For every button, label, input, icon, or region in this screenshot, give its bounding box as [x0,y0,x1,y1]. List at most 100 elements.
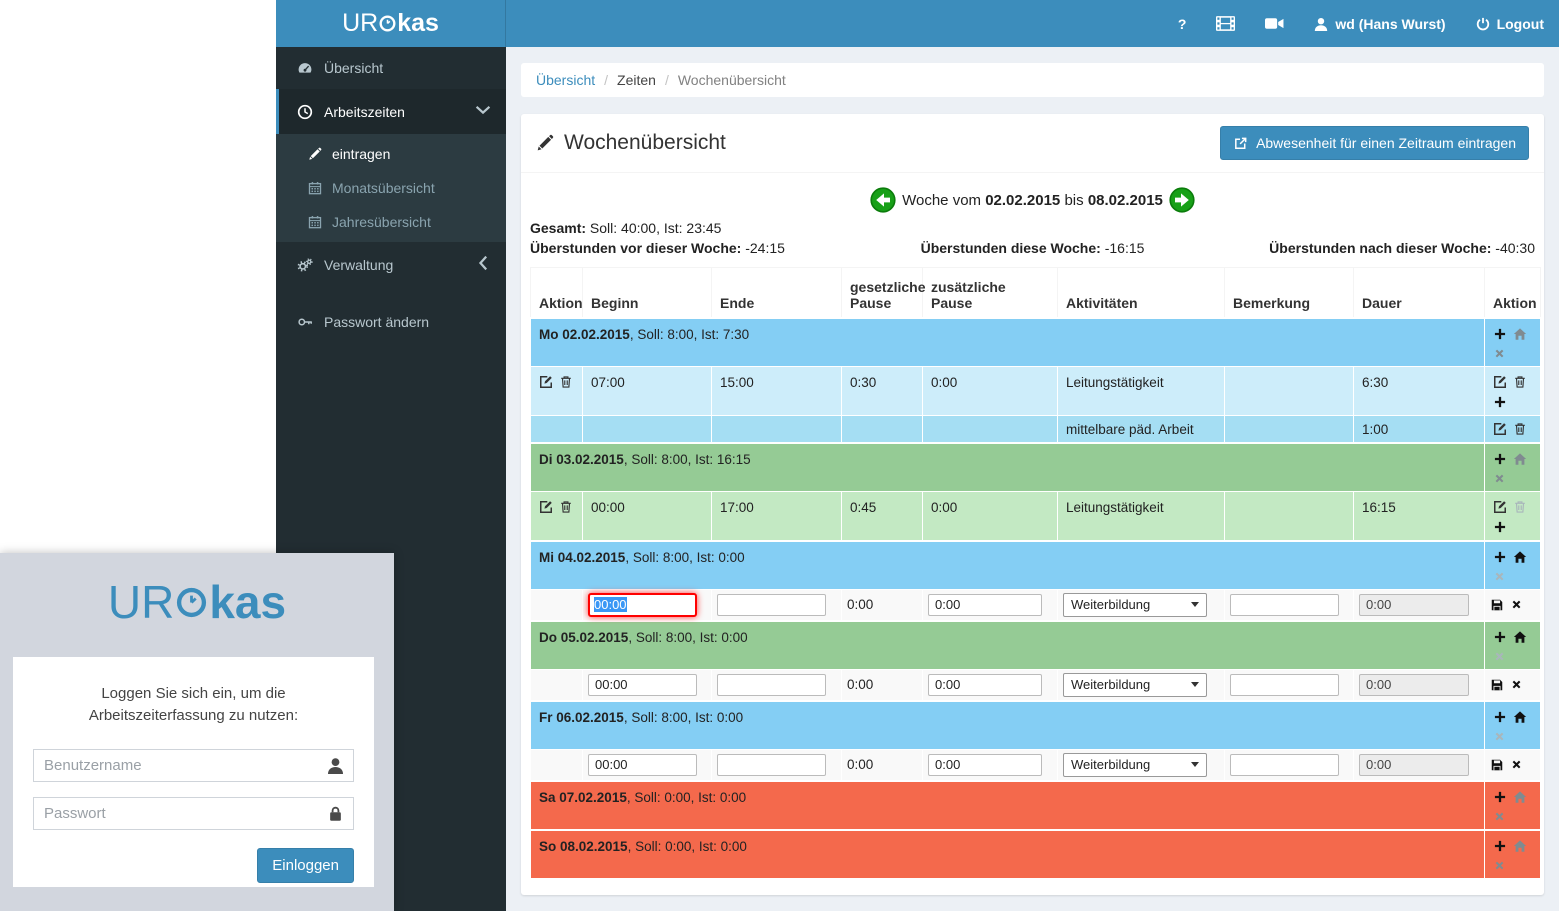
cell-gesetzliche-pause: 0:00 [842,669,923,701]
absence-home-icon[interactable] [1513,710,1527,724]
save-icon[interactable] [1490,758,1504,772]
sidebar-item-arbeitszeiten[interactable]: Arbeitszeiten [276,89,506,134]
cell-ende: 17:00 [712,491,842,541]
absence-home-icon[interactable] [1513,452,1527,466]
cell-beginn: 07:00 [583,366,712,415]
sidebar-item-jahresuebersicht[interactable]: Jahresübersicht [276,205,506,239]
delete-day-icon[interactable] [1493,859,1506,872]
password-field [33,797,354,830]
breadcrumb-uebersicht[interactable]: Übersicht [536,72,595,88]
power-icon [1476,17,1490,31]
user-menu[interactable]: wd (Hans Wurst) [1299,0,1460,47]
sidebar-item-verwaltung[interactable]: Verwaltung [276,242,506,287]
end-input[interactable] [717,754,826,776]
trash-icon[interactable] [1513,375,1527,389]
sidebar-item-passwort-aendern[interactable]: Passwort ändern [276,301,506,343]
day-actions [1485,443,1541,492]
sidebar-item-monatsuebersicht[interactable]: Monatsübersicht [276,171,506,205]
sidebar-label: Übersicht [324,60,383,76]
absence-home-icon[interactable] [1513,550,1527,564]
clock-in-o-icon [176,587,207,618]
cancel-icon[interactable] [1510,598,1523,611]
cancel-icon[interactable] [1510,678,1523,691]
entry-row-mo-1: 07:00 15:00 0:30 0:00 Leitungstätigkeit … [531,366,1541,415]
username-input[interactable] [33,749,354,782]
add-entry-icon[interactable] [1493,710,1507,724]
add-entry-icon[interactable] [1493,839,1507,853]
cancel-icon[interactable] [1510,758,1523,771]
add-entry-icon[interactable] [1493,630,1507,644]
entry-actions [1485,669,1541,701]
entry-actions [1485,415,1541,443]
breadcrumb-separator: / [665,72,669,88]
add-entry-icon[interactable] [1493,790,1507,804]
absence-home-icon[interactable] [1513,327,1527,341]
end-input[interactable] [717,674,826,696]
cell-gesetzliche-pause: 0:45 [842,491,923,541]
save-icon[interactable] [1490,678,1504,692]
video-button[interactable] [1250,0,1299,47]
delete-day-icon[interactable] [1493,810,1506,823]
trash-icon[interactable] [559,500,573,514]
add-entry-icon[interactable] [1493,395,1507,409]
add-entry-icon[interactable] [1493,520,1507,534]
app-logo[interactable]: URkas [276,0,506,47]
add-entry-icon[interactable] [1493,550,1507,564]
remark-input[interactable] [1230,594,1339,616]
prev-week-button[interactable] [870,187,896,213]
edit-icon[interactable] [539,500,553,514]
absence-home-icon[interactable] [1513,790,1527,804]
navbar-actions: ? wd (Hans Wurst) Logout [1163,0,1559,47]
panel-body: Woche vom 02.02.2015 bis 08.02.2015 Gesa… [521,173,1544,895]
logout-button[interactable]: Logout [1461,0,1559,47]
trash-icon[interactable] [559,375,573,389]
login-button[interactable]: Einloggen [257,848,354,883]
col-beginn: Beginn [583,268,712,318]
week-table: Aktion Beginn Ende gesetzliche Pause zus… [530,267,1541,879]
begin-input[interactable] [588,754,697,776]
overtime-summary: Überstunden vor dieser Woche: -24:15 Übe… [530,240,1535,256]
extra-pause-input[interactable] [928,674,1042,696]
col-aktion-2: Aktion [1485,268,1541,318]
sidebar-item-eintragen[interactable]: eintragen [276,137,506,171]
password-input[interactable] [33,797,354,830]
activity-select[interactable]: Weiterbildung [1063,673,1207,697]
edit-icon[interactable] [1493,422,1507,436]
end-input[interactable] [717,594,826,616]
overtime-after: Überstunden nach dieser Woche: -40:30 [1200,240,1535,256]
question-icon: ? [1178,16,1187,32]
begin-input[interactable] [588,674,697,696]
film-button[interactable] [1201,0,1250,47]
remark-input[interactable] [1230,674,1339,696]
day-actions [1485,701,1541,750]
sidebar-item-uebersicht[interactable]: Übersicht [276,47,506,89]
absence-home-icon[interactable] [1513,839,1527,853]
help-button[interactable]: ? [1163,0,1202,47]
add-entry-icon[interactable] [1493,452,1507,466]
edit-icon[interactable] [1493,500,1507,514]
edit-icon[interactable] [1493,375,1507,389]
cell-zusaetzliche-pause [923,415,1058,443]
save-icon[interactable] [1490,598,1504,612]
next-week-button[interactable] [1169,187,1195,213]
activity-select[interactable]: Weiterbildung [1063,593,1207,617]
begin-input-focused[interactable]: 00:00 [588,593,697,617]
logout-label: Logout [1497,16,1544,32]
delete-day-icon-disabled [1493,570,1506,583]
edit-icon[interactable] [539,375,553,389]
absence-home-icon[interactable] [1513,630,1527,644]
cell-bemerkung [1225,491,1354,541]
trash-icon[interactable] [1513,422,1527,436]
extra-pause-input[interactable] [928,754,1042,776]
day-row-mi: Mi 04.02.2015, Soll: 8:00, Ist: 0:00 [531,541,1541,590]
cell-zusaetzliche-pause: 0:00 [923,366,1058,415]
delete-day-icon[interactable] [1493,347,1506,360]
add-entry-icon[interactable] [1493,327,1507,341]
delete-day-icon[interactable] [1493,472,1506,485]
extra-pause-input[interactable] [928,594,1042,616]
remark-input[interactable] [1230,754,1339,776]
cell-beginn [583,415,712,443]
absence-button[interactable]: Abwesenheit für einen Zeitraum eintragen [1220,126,1529,160]
activity-select[interactable]: Weiterbildung [1063,753,1207,777]
day-actions [1485,318,1541,367]
